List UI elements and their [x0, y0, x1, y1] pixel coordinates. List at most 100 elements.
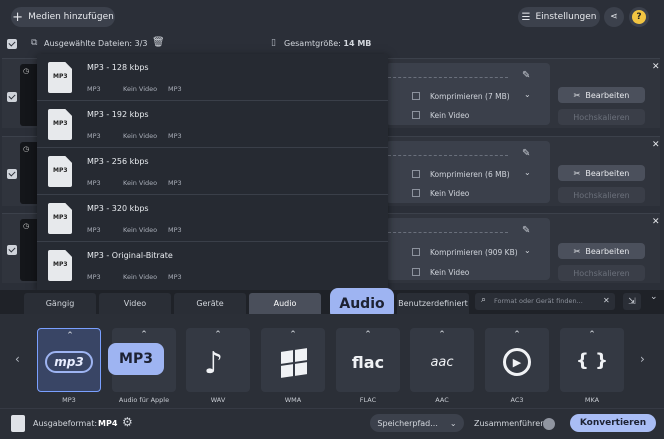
compress-option[interactable]: Komprimieren (7 MB) [430, 92, 510, 101]
next-arrow-icon[interactable]: › [640, 352, 645, 366]
close-icon[interactable]: ✕ [652, 140, 660, 150]
pencil-icon[interactable]: ✎ [522, 148, 530, 159]
search-input[interactable]: Format oder Gerät finden... [494, 297, 583, 305]
chevron-down-icon[interactable]: ⌄ [524, 246, 531, 255]
preset-item[interactable]: MP3 MP3 - 192 kbps MP3 Kein Video MP3 [37, 101, 388, 148]
chevron-up-icon: ⌃ [438, 330, 446, 340]
file-checkbox[interactable] [7, 169, 17, 179]
format-aac[interactable]: ⌃ aac [410, 328, 474, 392]
edit-button[interactable]: ✂ Bearbeiten [558, 165, 645, 181]
chevron-up-icon: ⌃ [140, 330, 148, 340]
chevron-down-icon[interactable]: ⌄ [524, 90, 531, 99]
preset-dropdown: MP3 MP3 - 128 kbps MP3 Kein Video MP3 MP… [37, 54, 388, 291]
format-wma[interactable]: ⌃ [261, 328, 325, 392]
upscale-button[interactable]: Hochskalieren [558, 109, 645, 125]
chevron-up-icon: ⌃ [214, 330, 222, 340]
files-icon: ⧉ [31, 38, 38, 48]
chevron-down-icon: ⌄ [449, 418, 457, 428]
dashed-divider [388, 77, 508, 78]
compress-option[interactable]: Komprimieren (909 KB) [430, 248, 518, 257]
help-button[interactable]: ? [629, 7, 649, 27]
save-path-button[interactable]: Speicherpfad... ⌄ [370, 414, 464, 432]
settings-button[interactable]: ☰ Einstellungen [518, 7, 600, 27]
collapse-chevron-icon[interactable]: ⌄ [650, 292, 658, 302]
scissors-icon: ✂ [573, 246, 581, 256]
upscale-button[interactable]: Hochskalieren [558, 187, 645, 203]
play-circle-icon: ▶ [503, 348, 531, 376]
export-icon: ⇲ [628, 296, 636, 307]
music-note-icon: ♪ [204, 346, 224, 381]
share-button[interactable]: ⋖ [604, 7, 624, 27]
format-flac[interactable]: ⌃ flac [336, 328, 400, 392]
compress-option[interactable]: Komprimieren (6 MB) [430, 170, 510, 179]
convert-button[interactable]: Konvertieren [570, 414, 656, 432]
format-label: WMA [284, 396, 302, 404]
plus-icon: + [12, 9, 24, 25]
selected-files-count: Ausgewählte Dateien: 3/3 [44, 39, 148, 48]
format-wav[interactable]: ⌃ ♪ [186, 328, 250, 392]
format-label: AC3 [510, 396, 524, 404]
output-format-icon [11, 415, 25, 432]
output-format-value: MP4 [98, 419, 118, 428]
clock-icon: ◷ [23, 145, 30, 153]
tab-common[interactable]: Gängig [24, 293, 96, 314]
format-label: MP3 [62, 396, 76, 404]
format-mka[interactable]: ⌃ { } [560, 328, 624, 392]
chevron-up-icon: ⌃ [364, 330, 372, 340]
chevron-down-icon[interactable]: ⌄ [524, 168, 531, 177]
total-size-label: Gesamtgröße: [284, 39, 341, 48]
dashed-divider [388, 155, 508, 156]
upscale-button[interactable]: Hochskalieren [558, 265, 645, 281]
edit-button[interactable]: ✂ Bearbeiten [558, 87, 645, 103]
select-all-checkbox[interactable] [7, 39, 17, 49]
format-label: FLAC [359, 396, 377, 404]
tab-video[interactable]: Video [99, 293, 171, 314]
settings-sliders-icon: ☰ [521, 11, 531, 23]
format-label: AAC [435, 396, 449, 404]
tab-devices[interactable]: Geräte [174, 293, 246, 314]
export-button[interactable]: ⇲ [623, 293, 641, 310]
mp3-file-icon: MP3 [48, 156, 72, 187]
format-label: WAV [210, 396, 226, 404]
file-size-icon: ▯ [271, 38, 276, 48]
tab-audio[interactable]: Audio [249, 293, 321, 314]
flac-logo-icon: flac [351, 353, 385, 372]
preset-item[interactable]: MP3 MP3 - 320 kbps MP3 Kein Video MP3 [37, 195, 388, 242]
tab-custom[interactable]: Benutzerdefiniert [397, 293, 469, 314]
delete-icon[interactable]: 🗑 [152, 37, 165, 48]
preset-item[interactable]: MP3 MP3 - Original-Bitrate MP3 Kein Vide… [37, 242, 388, 289]
prev-arrow-icon[interactable]: ‹ [15, 352, 20, 366]
clock-icon: ◷ [23, 67, 30, 75]
compress-icon [412, 248, 420, 256]
close-icon[interactable]: ✕ [652, 217, 660, 227]
chevron-up-icon: ⌃ [513, 330, 521, 340]
edit-button[interactable]: ✂ Bearbeiten [558, 243, 645, 259]
video-icon [412, 111, 420, 119]
file-checkbox[interactable] [7, 245, 17, 255]
preset-item[interactable]: MP3 MP3 - 256 kbps MP3 Kein Video MP3 [37, 148, 388, 195]
file-checkbox[interactable] [7, 92, 17, 102]
format-mp3[interactable]: ⌃ mp3 [37, 328, 101, 392]
windows-logo-icon [281, 348, 307, 378]
format-search[interactable]: ⌕ Format oder Gerät finden... ✕ [475, 293, 615, 310]
format-carousel: ‹ ⌃ mp3 MP3 ⌃ Audio für Apple ⌃ ♪ WAV ⌃ … [0, 314, 664, 408]
settings-panel: ✎ Komprimieren (6 MB) ⌄ Kein Video [386, 141, 550, 203]
format-label: MKA [584, 396, 600, 404]
share-icon: ⋖ [610, 12, 618, 22]
pencil-icon[interactable]: ✎ [522, 70, 530, 81]
gear-icon[interactable]: ⚙ [122, 415, 133, 429]
bottom-bar: Ausgabeformat: MP4 ⚙ Speicherpfad... ⌄ Z… [0, 408, 664, 439]
total-size-value: 14 MB [343, 39, 372, 48]
video-icon [412, 268, 420, 276]
compress-icon [412, 170, 420, 178]
help-icon: ? [632, 10, 646, 24]
merge-toggle[interactable] [543, 418, 555, 430]
format-ac3[interactable]: ⌃ ▶ [485, 328, 549, 392]
close-icon[interactable]: ✕ [652, 62, 660, 72]
video-option: Kein Video [430, 111, 470, 120]
pencil-icon[interactable]: ✎ [522, 225, 530, 236]
compress-icon [412, 92, 420, 100]
add-media-button[interactable]: + Medien hinzufügen [11, 7, 115, 27]
preset-item[interactable]: MP3 MP3 - 128 kbps MP3 Kein Video MP3 [37, 54, 388, 101]
clear-search-icon[interactable]: ✕ [603, 296, 610, 305]
